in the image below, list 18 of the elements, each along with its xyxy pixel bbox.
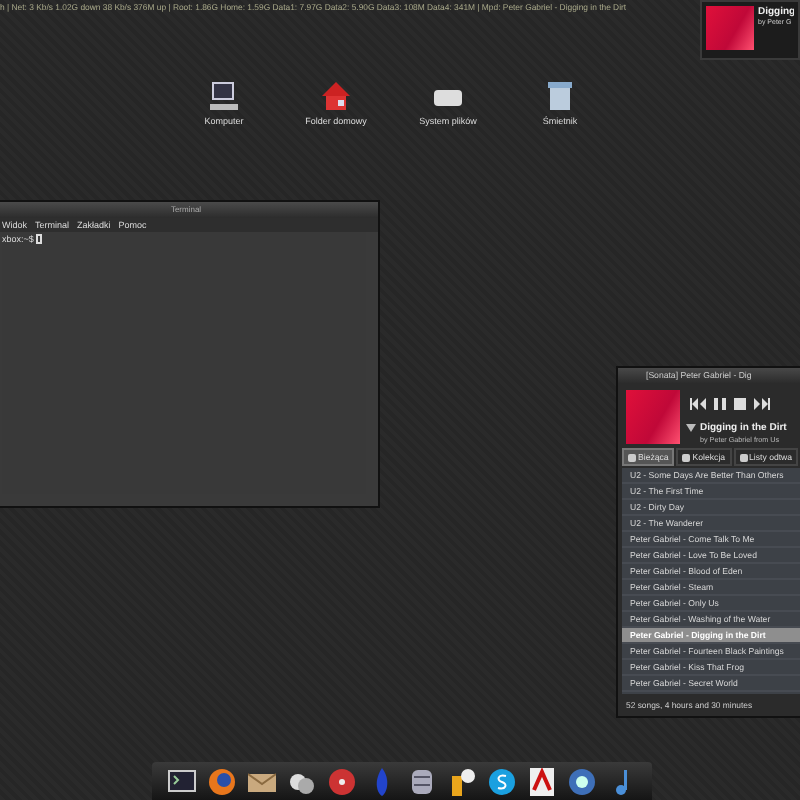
expander-icon[interactable] <box>686 424 696 432</box>
computer-icon[interactable] <box>208 80 240 112</box>
album-cover-placeholder <box>706 6 754 50</box>
next-icon[interactable] <box>754 398 770 410</box>
envelope-icon[interactable] <box>248 767 276 795</box>
chat-s-icon[interactable] <box>488 767 516 795</box>
document-icon[interactable] <box>528 767 556 795</box>
stack-icon[interactable] <box>408 767 436 795</box>
text-cursor <box>35 234 42 244</box>
trash-icon[interactable] <box>544 80 576 112</box>
globe-icon[interactable] <box>568 767 596 795</box>
browser-icon[interactable] <box>208 767 236 795</box>
disc-icon[interactable] <box>328 767 356 795</box>
previous-icon[interactable] <box>690 398 706 410</box>
pause-icon[interactable] <box>714 398 726 410</box>
house-icon[interactable] <box>320 80 352 112</box>
terminal-icon[interactable] <box>168 767 196 795</box>
album-cover-placeholder <box>626 390 680 444</box>
